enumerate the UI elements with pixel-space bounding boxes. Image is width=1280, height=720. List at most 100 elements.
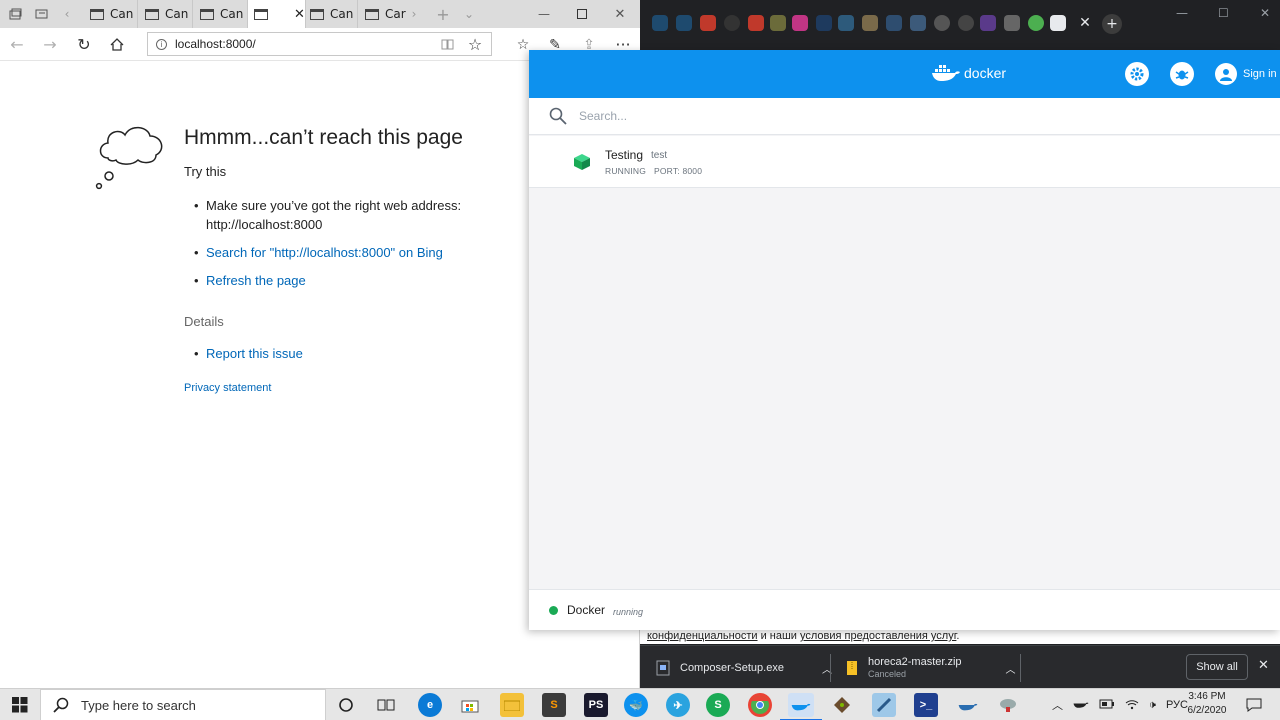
search-icon xyxy=(53,697,69,713)
battery-icon[interactable] xyxy=(1099,699,1115,712)
edge-tab-active[interactable]: ✕ xyxy=(248,0,306,28)
task-view-icon[interactable] xyxy=(374,693,398,717)
tab-favicon-icon[interactable] xyxy=(652,15,668,31)
docker-taskbar-icon[interactable]: 🐳 xyxy=(624,693,648,717)
minimize-icon[interactable]: — xyxy=(1176,6,1188,20)
close-window-icon[interactable]: ✕ xyxy=(606,0,634,28)
notes-app-icon[interactable] xyxy=(872,693,896,717)
suggestion-search-bing[interactable]: Search for "http://localhost:8000" on Bi… xyxy=(194,243,494,262)
chrome-app-icon[interactable] xyxy=(748,693,772,717)
report-issue-link[interactable]: Report this issue xyxy=(206,346,303,361)
suggestion-refresh[interactable]: Refresh the page xyxy=(194,271,494,290)
tab-favicon-icon[interactable] xyxy=(934,15,950,31)
settings-gear-icon[interactable] xyxy=(1125,62,1149,86)
search-input[interactable] xyxy=(579,109,979,123)
git-tab-icon[interactable] xyxy=(700,15,716,31)
home-icon[interactable] xyxy=(102,28,132,61)
tab-favicon-icon[interactable] xyxy=(676,15,692,31)
telegram-icon[interactable]: ✈ xyxy=(666,693,690,717)
edge-tab-2[interactable]: Can xyxy=(139,0,193,28)
set-aside-tabs-icon[interactable] xyxy=(4,0,26,28)
edge-app-icon[interactable]: e xyxy=(418,693,442,717)
edge-tab-6[interactable]: Car xyxy=(359,0,406,28)
volume-icon[interactable]: 🕩 xyxy=(1149,699,1156,712)
chrome-tab-strip: ✕ + — ☐ ✕ xyxy=(640,0,1280,50)
footer-connector: и наши xyxy=(757,630,801,642)
tab-favicon-icon[interactable] xyxy=(816,15,832,31)
download-item[interactable]: horeca2-master.zip Canceled ︿ xyxy=(846,653,1016,683)
refresh-icon[interactable]: ↻ xyxy=(69,28,99,61)
taskbar-search-box[interactable]: Type here to search xyxy=(40,689,326,720)
docker-tray-icon[interactable] xyxy=(1073,698,1089,712)
edge-tab-3[interactable]: Can xyxy=(194,0,248,28)
edge-tab-1[interactable]: Can xyxy=(84,0,138,28)
sign-in-button[interactable]: Sign in xyxy=(1215,62,1277,86)
footer-end: . xyxy=(956,630,960,642)
s-app-icon[interactable]: S xyxy=(706,693,730,717)
new-tab-icon[interactable]: + xyxy=(432,0,454,28)
start-button[interactable] xyxy=(0,689,40,720)
back-icon[interactable]: ← xyxy=(2,28,32,61)
privacy-statement-link[interactable]: Privacy statement xyxy=(184,382,271,394)
taskbar-clock[interactable]: 3:46 PM 6/2/2020 xyxy=(1182,690,1232,718)
new-tab-icon[interactable]: + xyxy=(1102,14,1122,34)
engine-status: running xyxy=(613,607,644,617)
tab-favicon-icon[interactable] xyxy=(862,15,878,31)
privacy-link[interactable]: конфиденциальности xyxy=(647,630,758,642)
terms-link[interactable]: условия предоставления услуг xyxy=(800,630,956,642)
chevron-up-icon[interactable]: ︿ xyxy=(1006,661,1016,676)
tab-favicon-icon[interactable] xyxy=(770,15,786,31)
github-tab-icon[interactable] xyxy=(724,15,740,31)
tab-scroll-right-icon[interactable]: › xyxy=(404,0,424,28)
clock-time: 3:46 PM xyxy=(1188,691,1226,702)
store-app-icon[interactable] xyxy=(458,693,482,717)
phpstorm-icon[interactable]: PS xyxy=(584,693,608,717)
tab-favicon-icon[interactable] xyxy=(748,15,764,31)
exe-file-icon xyxy=(656,660,670,676)
close-window-icon[interactable]: ✕ xyxy=(1260,6,1270,20)
reading-view-icon[interactable] xyxy=(432,28,462,61)
container-row[interactable]: Testing test RUNNING PORT: 8000 xyxy=(529,136,1280,188)
close-tab-icon[interactable]: ✕ xyxy=(1074,12,1096,34)
favorite-star-icon[interactable]: ☆ xyxy=(460,28,490,61)
minimize-icon[interactable]: — xyxy=(530,0,558,28)
report-issue-item[interactable]: Report this issue xyxy=(194,346,303,361)
cortana-icon[interactable] xyxy=(334,693,358,717)
site-info-icon[interactable]: i xyxy=(156,38,167,50)
show-all-downloads-button[interactable]: Show all xyxy=(1186,654,1248,680)
vk-tab-icon[interactable] xyxy=(910,15,926,31)
maximize-icon[interactable] xyxy=(568,0,596,28)
refresh-page-link[interactable]: Refresh the page xyxy=(206,273,306,288)
tab-preview-chevron-icon[interactable]: ⌄ xyxy=(458,0,480,28)
powershell-icon[interactable]: >_ xyxy=(914,693,938,717)
close-shelf-icon[interactable]: ✕ xyxy=(1258,658,1269,673)
tab-favicon-icon[interactable] xyxy=(980,15,996,31)
active-tab-favicon-icon[interactable] xyxy=(1050,15,1066,31)
file-explorer-icon[interactable] xyxy=(500,693,524,717)
search-bing-link[interactable]: Search for "http://localhost:8000" on Bi… xyxy=(206,245,443,260)
edge-tab-5[interactable]: Can xyxy=(304,0,358,28)
git-app-icon[interactable] xyxy=(830,693,854,717)
chrome-tab-icon[interactable] xyxy=(1028,15,1044,31)
vk-tab-icon[interactable] xyxy=(886,15,902,31)
docker-tray-app-icon[interactable] xyxy=(956,693,980,717)
docker-desktop-taskbar-icon[interactable] xyxy=(780,693,822,720)
details-heading[interactable]: Details xyxy=(184,314,224,329)
zip-file-icon xyxy=(847,661,857,675)
container-status: RUNNING xyxy=(605,166,647,176)
instagram-tab-icon[interactable] xyxy=(792,15,808,31)
tabs-aside-icon[interactable] xyxy=(30,0,52,28)
tab-scroll-left-icon[interactable]: ‹ xyxy=(56,0,78,28)
wifi-icon[interactable] xyxy=(1125,698,1139,713)
forward-icon[interactable]: → xyxy=(35,28,65,61)
download-item[interactable]: Composer-Setup.exe ︿ xyxy=(656,653,832,683)
tab-favicon-icon[interactable] xyxy=(958,15,974,31)
show-hidden-icons-icon[interactable]: ︿ xyxy=(1052,697,1063,713)
maximize-icon[interactable]: ☐ xyxy=(1218,6,1229,20)
sublime-text-icon[interactable]: S xyxy=(542,693,566,717)
action-center-icon[interactable] xyxy=(1242,693,1266,717)
docker-tab-icon[interactable] xyxy=(838,15,854,31)
tab-favicon-icon[interactable] xyxy=(1004,15,1020,31)
network-app-icon[interactable] xyxy=(996,693,1020,717)
troubleshoot-bug-icon[interactable] xyxy=(1170,62,1194,86)
